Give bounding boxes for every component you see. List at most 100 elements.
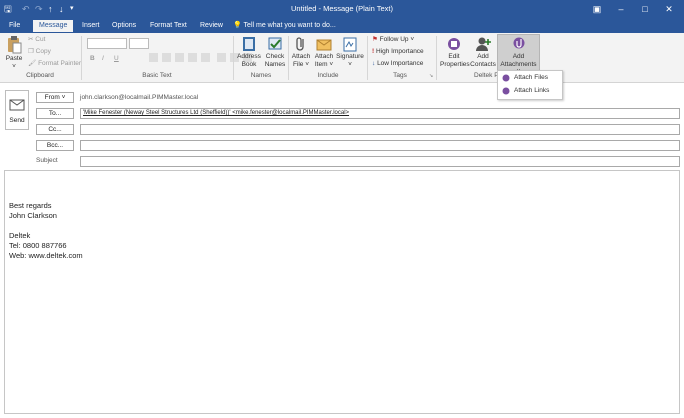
cut-button[interactable]: ✂ Cut	[28, 36, 45, 44]
body-line: Best regards	[9, 201, 52, 210]
underline-button[interactable]: U	[114, 55, 119, 63]
signature-icon	[343, 37, 357, 52]
address-book-button[interactable]: Address Book	[236, 36, 262, 68]
font-size-box[interactable]	[129, 38, 149, 49]
send-button[interactable]: Send	[5, 90, 29, 130]
attach-item-label-1: Attach	[314, 53, 334, 60]
add-contacts-icon	[476, 37, 491, 51]
copy-button[interactable]: ❐ Copy	[28, 48, 51, 56]
subject-field[interactable]	[80, 156, 680, 167]
add-contacts-label-1: Add	[477, 53, 489, 60]
add-contacts-label-2: Contacts	[470, 60, 496, 68]
flag-icon: ⚑	[372, 36, 378, 43]
down-arrow-icon: ↓	[372, 60, 376, 67]
body-line: Tel: 0800 887766	[9, 241, 67, 250]
to-field[interactable]: 'Mike Fenester (Neway Steel Structures L…	[80, 108, 680, 119]
signature-dropdown-icon: ˅	[348, 60, 352, 68]
attach-file-button[interactable]: Attach File ˅	[290, 36, 312, 68]
check-names-icon	[268, 37, 282, 50]
paste-label: Paste	[5, 55, 23, 62]
envelope-icon	[316, 39, 332, 51]
font-name-box[interactable]	[87, 38, 127, 49]
follow-up-label: Follow Up ˅	[379, 36, 415, 43]
paste-dropdown-icon: ˅	[12, 62, 16, 70]
paperclip-icon	[296, 37, 304, 51]
add-contacts-button[interactable]: Add Contacts	[470, 36, 496, 68]
tell-me-text: Tell me what you want to do...	[243, 22, 336, 29]
tell-me-search[interactable]: 💡 Tell me what you want to do...	[233, 20, 336, 32]
group-include-label: Include	[317, 72, 339, 79]
ribbon-display-icon[interactable]: ▣	[590, 3, 604, 15]
edit-properties-button[interactable]: Edit Properties	[440, 36, 470, 68]
high-importance-label: High Importance	[375, 48, 424, 55]
tab-review[interactable]: Review	[194, 20, 229, 32]
low-importance-label: Low Importance	[377, 60, 424, 67]
scissors-icon: ✂	[28, 36, 34, 43]
body-line: John Clarkson	[9, 211, 57, 220]
paste-icon	[8, 36, 22, 54]
edit-properties-icon	[448, 38, 460, 50]
cc-button[interactable]: Cc...	[36, 124, 74, 135]
to-button[interactable]: To...	[36, 108, 74, 119]
lightbulb-icon: 💡	[233, 22, 242, 29]
add-attachments-icon	[513, 37, 524, 49]
format-painter-label: Format Painter	[38, 60, 82, 67]
group-tags-label: Tags	[393, 72, 407, 79]
attach-file-label-1: Attach	[291, 53, 311, 60]
check-names-label-1: Check	[265, 53, 285, 60]
check-names-label-2: Names	[264, 60, 286, 68]
tab-message[interactable]: Message	[33, 20, 74, 32]
tab-insert[interactable]: Insert	[76, 20, 106, 32]
group-clipboard-label: Clipboard	[26, 72, 54, 79]
subject-label: Subject	[36, 157, 58, 164]
signature-button[interactable]: Signature ˅	[336, 36, 364, 68]
attach-files-label: Attach Files	[514, 74, 548, 81]
body-line: Web: www.deltek.com	[9, 251, 83, 260]
window-title: Untitled - Message (Plain Text)	[291, 4, 393, 13]
address-book-icon	[243, 37, 255, 51]
minimize-icon[interactable]: –	[614, 3, 628, 15]
tab-format-text[interactable]: Format Text	[144, 20, 193, 32]
address-book-label-1: Address	[237, 53, 261, 60]
paste-button[interactable]: Paste ˅	[3, 36, 25, 70]
italic-button[interactable]: I	[102, 55, 104, 63]
follow-up-button[interactable]: ⚑ Follow Up ˅	[372, 36, 414, 44]
cc-field[interactable]	[80, 124, 680, 135]
group-names-label: Names	[250, 72, 272, 79]
bcc-button[interactable]: Bcc...	[36, 140, 74, 151]
attach-files-icon	[502, 74, 510, 82]
attach-item-button[interactable]: Attach Item ˅	[313, 36, 335, 68]
tab-file[interactable]: File	[3, 20, 26, 32]
cut-label: Cut	[35, 36, 46, 43]
message-body[interactable]	[4, 170, 680, 414]
bcc-field[interactable]	[80, 140, 680, 151]
body-line: Deltek	[9, 231, 31, 240]
bold-button[interactable]: B	[90, 55, 95, 63]
edit-properties-label-2: Properties	[440, 60, 470, 68]
group-basic-text-label: Basic Text	[142, 72, 172, 79]
attach-links-label: Attach Links	[514, 87, 550, 94]
attach-item-label-2: Item ˅	[314, 60, 334, 68]
paintbrush-icon: 🖌	[28, 60, 37, 67]
high-importance-button[interactable]: ! High Importance	[372, 48, 424, 56]
to-recipient: 'Mike Fenester (Neway Steel Structures L…	[83, 110, 350, 116]
low-importance-button[interactable]: ↓ Low Importance	[372, 60, 423, 68]
from-value: john.clarkson@localmail.PIMMaster.local	[80, 94, 199, 101]
copy-label: Copy	[35, 48, 51, 55]
edit-properties-label-1: Edit	[448, 53, 460, 60]
copy-icon: ❐	[28, 48, 34, 55]
send-icon	[9, 99, 25, 111]
from-button[interactable]: From ˅	[36, 92, 74, 103]
tab-options[interactable]: Options	[106, 20, 142, 32]
send-label: Send	[9, 117, 25, 124]
add-attachments-label-1: Add	[512, 53, 525, 60]
signature-label: Signature	[336, 53, 364, 60]
check-names-button[interactable]: Check Names	[262, 36, 288, 68]
maximize-icon[interactable]: □	[638, 3, 652, 15]
dialog-launcher-icon[interactable]: ↘	[429, 73, 433, 79]
format-painter-button[interactable]: 🖌 Format Painter	[28, 60, 81, 68]
address-book-label-2: Book	[241, 60, 257, 68]
close-icon[interactable]: ✕	[662, 3, 676, 15]
exclamation-icon: !	[372, 48, 375, 55]
attach-links-icon	[502, 87, 510, 95]
